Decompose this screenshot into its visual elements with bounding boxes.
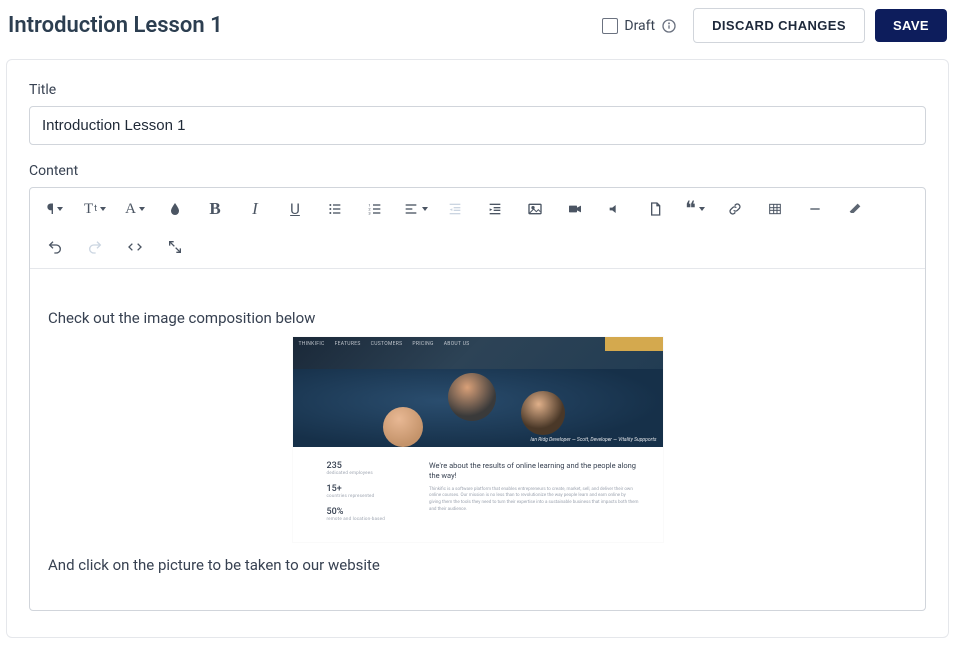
save-button[interactable]: SAVE: [875, 9, 947, 42]
quote-button[interactable]: ❝: [676, 192, 714, 226]
undo-icon: [47, 239, 63, 255]
title-input[interactable]: [29, 106, 926, 145]
list-ol-icon: 123: [367, 201, 383, 217]
code-view-button[interactable]: [116, 230, 154, 264]
ordered-list-button[interactable]: 123: [356, 192, 394, 226]
editor-toolbar: ¶ Tt A B I U 123: [30, 188, 925, 269]
undo-button[interactable]: [36, 230, 74, 264]
indent-button[interactable]: [476, 192, 514, 226]
embedded-image-wrap: THINKIFIC FEATURES CUSTOMERS PRICING ABO…: [48, 337, 907, 542]
link-button[interactable]: [716, 192, 754, 226]
align-icon: [403, 201, 419, 217]
outdent-icon: [447, 201, 463, 217]
drop-icon: [167, 201, 183, 217]
video-button[interactable]: [556, 192, 594, 226]
redo-button[interactable]: [76, 230, 114, 264]
page-header: Introduction Lesson 1 Draft DISCARD CHAN…: [0, 0, 955, 59]
content-section: Content ¶ Tt A B I U 123: [29, 163, 926, 611]
draft-checkbox[interactable]: [602, 18, 618, 34]
underline-button[interactable]: U: [276, 192, 314, 226]
rich-editor: ¶ Tt A B I U 123: [29, 187, 926, 611]
video-icon: [567, 201, 583, 217]
hr-button[interactable]: [796, 192, 834, 226]
eraser-button[interactable]: [836, 192, 874, 226]
minus-icon: [807, 201, 823, 217]
clear-format-button[interactable]: [156, 192, 194, 226]
embedded-hero-caption: Ian Ridg Developer — Scott, Developer — …: [530, 437, 656, 443]
svg-text:3: 3: [368, 210, 370, 215]
info-icon[interactable]: [661, 18, 677, 34]
table-icon: [767, 201, 783, 217]
font-a-icon: A: [125, 201, 136, 218]
pilcrow-icon: ¶: [47, 200, 54, 218]
draft-label: Draft: [624, 18, 655, 34]
link-icon: [727, 201, 743, 217]
paragraph-format-button[interactable]: ¶: [36, 192, 74, 226]
discard-button[interactable]: DISCARD CHANGES: [693, 8, 865, 43]
header-actions: Draft DISCARD CHANGES SAVE: [602, 8, 947, 43]
embedded-hero: THINKIFIC FEATURES CUSTOMERS PRICING ABO…: [293, 337, 663, 447]
image-icon: [527, 201, 543, 217]
content-label: Content: [29, 163, 926, 179]
list-ul-icon: [327, 201, 343, 217]
text-icon: T: [84, 201, 93, 218]
draft-toggle-group: Draft: [602, 18, 677, 34]
editor-card: Title Content ¶ Tt A B I U 123: [6, 59, 949, 638]
embedded-cta: [605, 337, 663, 351]
unordered-list-button[interactable]: [316, 192, 354, 226]
italic-button[interactable]: I: [236, 192, 274, 226]
volume-icon: [607, 201, 623, 217]
expand-icon: [167, 239, 183, 255]
audio-button[interactable]: [596, 192, 634, 226]
file-icon: [647, 201, 663, 217]
embedded-sub: 235dedicated employees 15+countries repr…: [293, 447, 663, 542]
table-button[interactable]: [756, 192, 794, 226]
embedded-people: [293, 351, 663, 447]
embedded-sub-text: We're about the results of online learni…: [429, 461, 639, 522]
outdent-button[interactable]: [436, 192, 474, 226]
text-style-button[interactable]: Tt: [76, 192, 114, 226]
eraser-icon: [847, 201, 863, 217]
align-button[interactable]: [396, 192, 434, 226]
image-button[interactable]: [516, 192, 554, 226]
fullscreen-button[interactable]: [156, 230, 194, 264]
editor-content-area[interactable]: Check out the image composition below TH…: [30, 269, 925, 610]
redo-icon: [87, 239, 103, 255]
bold-button[interactable]: B: [196, 192, 234, 226]
file-button[interactable]: [636, 192, 674, 226]
title-label: Title: [29, 82, 926, 98]
embedded-nav: THINKIFIC FEATURES CUSTOMERS PRICING ABO…: [299, 341, 470, 347]
code-icon: [127, 239, 143, 255]
quote-icon: ❝: [685, 203, 696, 215]
embedded-image[interactable]: THINKIFIC FEATURES CUSTOMERS PRICING ABO…: [293, 337, 663, 542]
content-paragraph: Check out the image composition below: [48, 309, 907, 327]
font-color-button[interactable]: A: [116, 192, 154, 226]
indent-icon: [487, 201, 503, 217]
page-title: Introduction Lesson 1: [8, 13, 602, 38]
content-paragraph: And click on the picture to be taken to …: [48, 556, 907, 574]
embedded-stats: 235dedicated employees 15+countries repr…: [327, 461, 386, 522]
